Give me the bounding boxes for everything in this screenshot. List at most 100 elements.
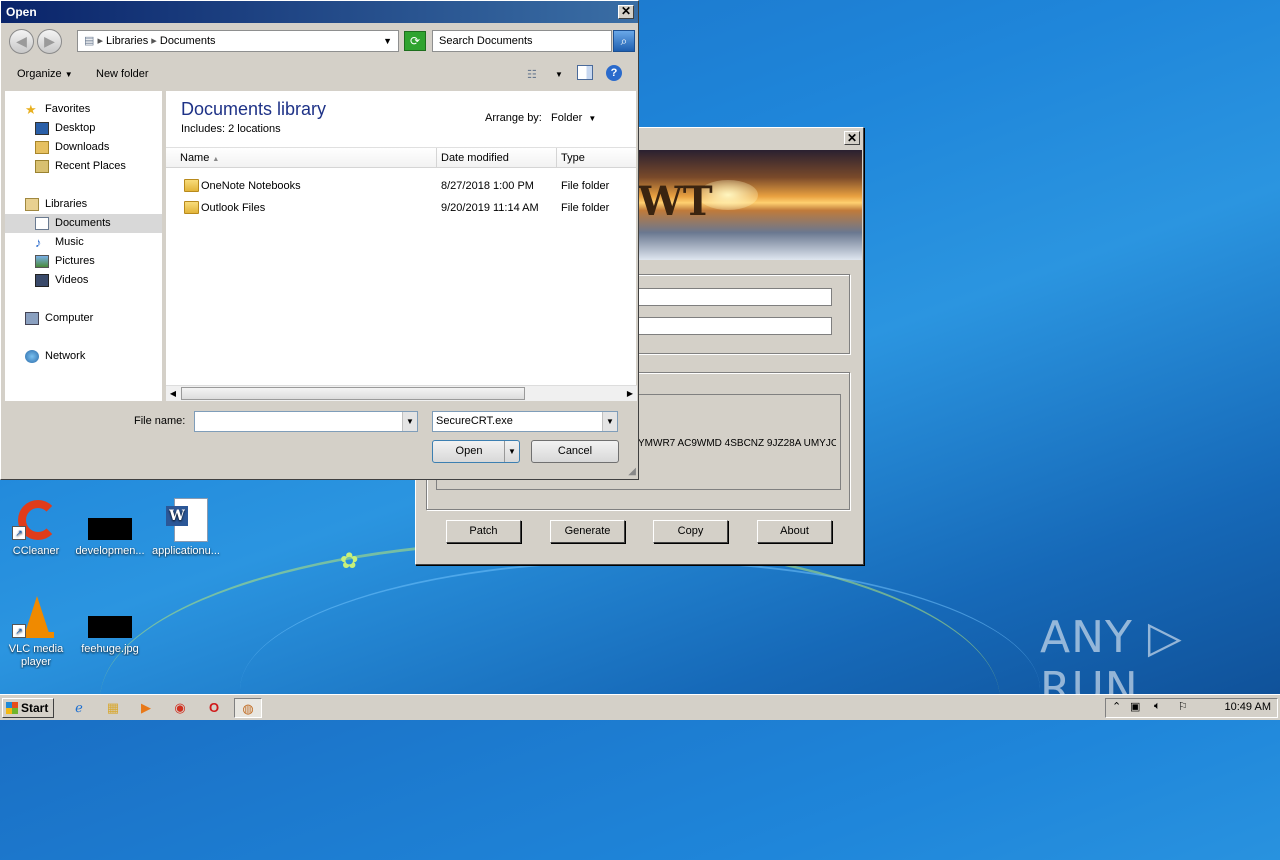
- back-button[interactable]: ◀: [9, 29, 34, 54]
- library-title: Documents library: [181, 99, 327, 119]
- nav-desktop[interactable]: Desktop: [5, 119, 162, 138]
- about-button[interactable]: About: [757, 520, 832, 543]
- serial-text: YMWR7 AC9WMD 4SBCNZ 9JZ28A UMYJC: [638, 438, 836, 449]
- file-type-dropdown-icon[interactable]: ▼: [602, 412, 617, 431]
- dialog-close-button[interactable]: ✕: [618, 5, 634, 19]
- folder-icon: [184, 179, 199, 192]
- nav-computer[interactable]: Computer: [5, 309, 162, 328]
- file-name-dropdown-icon[interactable]: ▼: [402, 412, 417, 431]
- address-bar[interactable]: ▤ ▸ Libraries ▸ Documents ▼: [77, 30, 399, 52]
- refresh-button[interactable]: ⟳: [404, 31, 426, 51]
- dialog-titlebar[interactable]: Open ✕: [1, 1, 638, 23]
- desktop-icon-ccleaner[interactable]: ↗ CCleaner: [0, 498, 72, 558]
- company-field[interactable]: [638, 317, 832, 335]
- file-row[interactable]: Outlook Files 9/20/2019 11:14 AM File fo…: [166, 197, 636, 219]
- column-name[interactable]: Name ▲: [180, 152, 219, 164]
- nav-music[interactable]: ♪ Music: [5, 233, 162, 252]
- nav-downloads[interactable]: Downloads: [5, 138, 162, 157]
- network-icon: [25, 350, 39, 363]
- scroll-thumb[interactable]: [181, 387, 525, 400]
- file-name-label: File name:: [134, 415, 186, 427]
- breadcrumb-documents[interactable]: Documents: [160, 35, 216, 47]
- desktop-icon-development-file[interactable]: developmen...: [74, 498, 146, 558]
- wallpaper-swoosh-secondary: [240, 560, 1040, 820]
- open-button[interactable]: Open ▼: [432, 440, 520, 463]
- keygen-taskbar-button[interactable]: ◍: [234, 698, 262, 718]
- taskbar: Start ℯ ▦ ▶ ◉ O ◍ ⌃ ▣ 🔈︎ ⚐ 10:49 AM: [0, 694, 1280, 720]
- view-dropdown-icon[interactable]: ▼: [555, 70, 563, 79]
- vlc-cone-icon: ↗: [12, 596, 60, 640]
- folder-icon: [184, 201, 199, 214]
- library-locations[interactable]: Includes: 2 locations: [181, 123, 281, 135]
- opera-icon[interactable]: O: [203, 698, 225, 718]
- star-icon: ★: [25, 102, 37, 117]
- network-tray-icon[interactable]: ▣: [1130, 700, 1140, 713]
- search-input[interactable]: Search Documents: [432, 30, 612, 52]
- name-field[interactable]: [638, 288, 832, 306]
- action-center-flag-icon[interactable]: ⚐: [1178, 700, 1188, 713]
- file-row[interactable]: OneNote Notebooks 8/27/2018 1:00 PM File…: [166, 175, 636, 197]
- file-explorer-icon[interactable]: ▦: [102, 698, 124, 718]
- nav-pictures[interactable]: Pictures: [5, 252, 162, 271]
- open-split-dropdown-icon[interactable]: ▼: [504, 441, 519, 462]
- new-folder-button[interactable]: New folder: [96, 68, 149, 80]
- nav-recent-places[interactable]: Recent Places: [5, 157, 162, 176]
- volume-icon[interactable]: 🔈︎: [1154, 700, 1161, 713]
- word-document-icon: W: [162, 498, 210, 542]
- view-options-icon[interactable]: ☷: [527, 68, 537, 81]
- navigation-pane: ★ Favorites Desktop Downloads Recent Pla…: [5, 91, 162, 401]
- desktop-icon-vlc[interactable]: ↗ VLC media player: [0, 596, 72, 669]
- navigation-bar: ◀ ▶ ▤ ▸ Libraries ▸ Documents ▼ ⟳ Search…: [5, 27, 635, 57]
- wallpaper-leaf-icon: ✿: [340, 548, 359, 573]
- breadcrumb-libraries[interactable]: Libraries: [106, 35, 148, 47]
- column-type[interactable]: Type: [561, 152, 585, 164]
- libraries-icon: [25, 198, 39, 211]
- desktop-icon-application-doc[interactable]: W applicationu...: [150, 498, 222, 558]
- nav-network[interactable]: Network: [5, 347, 162, 366]
- file-name-input[interactable]: ▼: [194, 411, 418, 432]
- keygen-banner-image: WT: [638, 150, 862, 260]
- preview-pane-icon[interactable]: [577, 65, 593, 80]
- open-file-dialog: Open ✕ ◀ ▶ ▤ ▸ Libraries ▸ Documents ▼ ⟳…: [0, 0, 639, 480]
- chrome-icon[interactable]: ◉: [169, 698, 191, 718]
- recent-places-icon: [35, 160, 49, 173]
- start-button[interactable]: Start: [2, 698, 54, 718]
- arrange-dropdown-icon: ▼: [588, 114, 597, 123]
- horizontal-scrollbar[interactable]: ◀ ▶: [166, 385, 637, 401]
- cancel-button[interactable]: Cancel: [531, 440, 619, 463]
- media-player-icon[interactable]: ▶: [135, 698, 157, 718]
- arrange-by[interactable]: Arrange by: Folder ▼: [485, 112, 596, 124]
- column-date-modified[interactable]: Date modified: [441, 152, 509, 164]
- desktop-icon: [35, 122, 49, 135]
- forward-button[interactable]: ▶: [37, 29, 62, 54]
- nav-videos[interactable]: Videos: [5, 271, 162, 290]
- dialog-title: Open: [6, 5, 37, 19]
- nav-favorites[interactable]: ★ Favorites: [5, 100, 162, 119]
- scroll-right-icon[interactable]: ▶: [623, 387, 637, 400]
- file-type-select[interactable]: SecureCRT.exe ▼: [432, 411, 618, 432]
- keygen-close-button[interactable]: ✕: [844, 131, 860, 145]
- organize-button[interactable]: Organize ▼: [17, 68, 73, 80]
- downloads-folder-icon: [35, 141, 49, 154]
- nav-documents[interactable]: Documents: [5, 214, 162, 233]
- show-hidden-icons[interactable]: ⌃: [1112, 700, 1121, 713]
- black-thumbnail-icon: [86, 596, 134, 640]
- address-dropdown-icon[interactable]: ▼: [383, 31, 392, 51]
- system-tray: ⌃ ▣ 🔈︎ ⚐ 10:49 AM: [1105, 698, 1278, 718]
- scroll-left-icon[interactable]: ◀: [166, 387, 180, 400]
- internet-explorer-icon[interactable]: ℯ: [68, 698, 90, 718]
- desktop-icon-feehuge-jpg[interactable]: feehuge.jpg: [74, 596, 146, 656]
- help-icon[interactable]: ?: [606, 65, 622, 81]
- sort-ascending-icon: ▲: [212, 156, 220, 163]
- folder-icon: ▤: [84, 35, 95, 47]
- patch-button[interactable]: Patch: [446, 520, 521, 543]
- resize-grip-icon[interactable]: ◢: [628, 466, 636, 477]
- search-icon[interactable]: ⌕: [613, 30, 635, 52]
- nav-libraries[interactable]: Libraries: [5, 195, 162, 214]
- documents-icon: [35, 217, 49, 230]
- clock[interactable]: 10:49 AM: [1225, 701, 1271, 713]
- generate-button[interactable]: Generate: [550, 520, 625, 543]
- copy-button[interactable]: Copy: [653, 520, 728, 543]
- videos-icon: [35, 274, 49, 287]
- windows-logo-icon: [6, 702, 18, 714]
